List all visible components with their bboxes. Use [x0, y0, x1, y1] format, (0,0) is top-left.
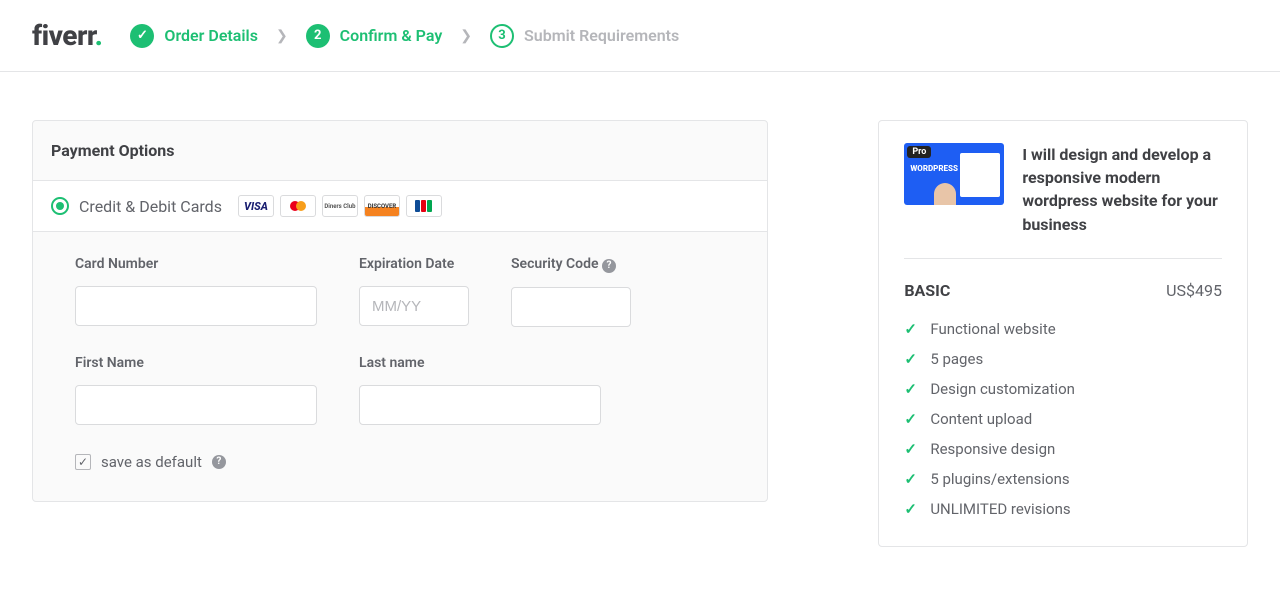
discover-icon: DISCOVER [364, 195, 400, 217]
feature-text: Functional website [930, 320, 1055, 338]
step-label: Confirm & Pay [340, 26, 443, 45]
last-name-label: Last name [359, 355, 601, 371]
first-name-label: First Name [75, 355, 317, 371]
help-icon[interactable]: ? [602, 259, 616, 273]
check-icon: ✓ [130, 24, 154, 48]
payment-panel: Payment Options Credit & Debit Cards VIS… [32, 120, 768, 502]
card-number-label: Card Number [75, 256, 317, 272]
fiverr-logo[interactable]: fiverr. [32, 19, 102, 52]
checkout-steps: ✓ Order Details ❯ 2 Confirm & Pay ❯ 3 Su… [130, 24, 679, 48]
chevron-right-icon: ❯ [276, 28, 288, 44]
save-default-label: save as default [101, 453, 202, 471]
gig-thumbnail: Pro WORDPRESS WEBSITES [904, 143, 1004, 205]
feature-text: 5 pages [930, 350, 983, 368]
security-code-label: Security Code ? [511, 256, 631, 273]
help-icon[interactable]: ? [212, 455, 226, 469]
diners-club-icon: Diners Club [322, 195, 358, 217]
feature-item: ✓ UNLIMITED revisions [904, 494, 1222, 524]
logo-text: fiverr [32, 19, 95, 52]
gig-title: I will design and develop a responsive m… [1022, 143, 1222, 236]
card-number-input[interactable] [75, 286, 317, 326]
check-icon: ✓ [904, 440, 918, 458]
step-label: Order Details [164, 26, 258, 45]
feature-text: UNLIMITED revisions [930, 500, 1070, 518]
security-code-text: Security Code [511, 256, 599, 272]
order-summary: Pro WORDPRESS WEBSITES I will design and… [878, 120, 1248, 547]
package-tier: BASIC [904, 281, 950, 300]
step-label: Submit Requirements [524, 26, 679, 45]
step-order-details[interactable]: ✓ Order Details [130, 24, 258, 48]
step-number: 2 [306, 24, 330, 48]
last-name-input[interactable] [359, 385, 601, 425]
check-icon: ✓ [904, 500, 918, 518]
feature-item: ✓ 5 plugins/extensions [904, 464, 1222, 494]
feature-text: 5 plugins/extensions [930, 470, 1069, 488]
check-icon: ✓ [904, 350, 918, 368]
step-number: 3 [490, 24, 514, 48]
check-icon: ✓ [904, 470, 918, 488]
feature-item: ✓ Functional website [904, 314, 1222, 344]
logo-dot: . [95, 19, 103, 52]
feature-text: Responsive design [930, 440, 1055, 458]
feature-text: Content upload [930, 410, 1032, 428]
payment-method-card[interactable]: Credit & Debit Cards VISA Diners Club DI… [33, 181, 767, 232]
step-confirm-pay[interactable]: 2 Confirm & Pay [306, 24, 443, 48]
feature-item: ✓ Design customization [904, 374, 1222, 404]
jcb-icon [406, 195, 442, 217]
mastercard-icon [280, 195, 316, 217]
payment-method-label: Credit & Debit Cards [79, 197, 222, 216]
check-icon: ✓ [904, 380, 918, 398]
feature-text: Design customization [930, 380, 1075, 398]
feature-item: ✓ Responsive design [904, 434, 1222, 464]
step-submit-requirements[interactable]: 3 Submit Requirements [490, 24, 679, 48]
payment-heading: Payment Options [33, 121, 767, 181]
visa-icon: VISA [238, 195, 274, 217]
feature-list: ✓ Functional website ✓ 5 pages ✓ Design cus… [904, 314, 1222, 524]
card-form: Card Number Expiration Date Security Cod… [33, 232, 767, 501]
radio-selected-icon[interactable] [51, 197, 69, 215]
checkout-header: fiverr. ✓ Order Details ❯ 2 Confirm & Pa… [0, 0, 1280, 72]
feature-item: ✓ Content upload [904, 404, 1222, 434]
expiration-label: Expiration Date [359, 256, 469, 272]
security-code-input[interactable] [511, 287, 631, 327]
checkbox-checked-icon[interactable]: ✓ [75, 454, 91, 470]
pro-badge: Pro [907, 146, 931, 158]
check-icon: ✓ [904, 320, 918, 338]
feature-item: ✓ 5 pages [904, 344, 1222, 374]
card-logos: VISA Diners Club DISCOVER [238, 195, 442, 217]
check-icon: ✓ [904, 410, 918, 428]
expiration-input[interactable] [359, 286, 469, 326]
first-name-input[interactable] [75, 385, 317, 425]
save-default-row[interactable]: ✓ save as default ? [75, 453, 725, 471]
chevron-right-icon: ❯ [460, 28, 472, 44]
package-price: US$495 [1166, 281, 1222, 300]
